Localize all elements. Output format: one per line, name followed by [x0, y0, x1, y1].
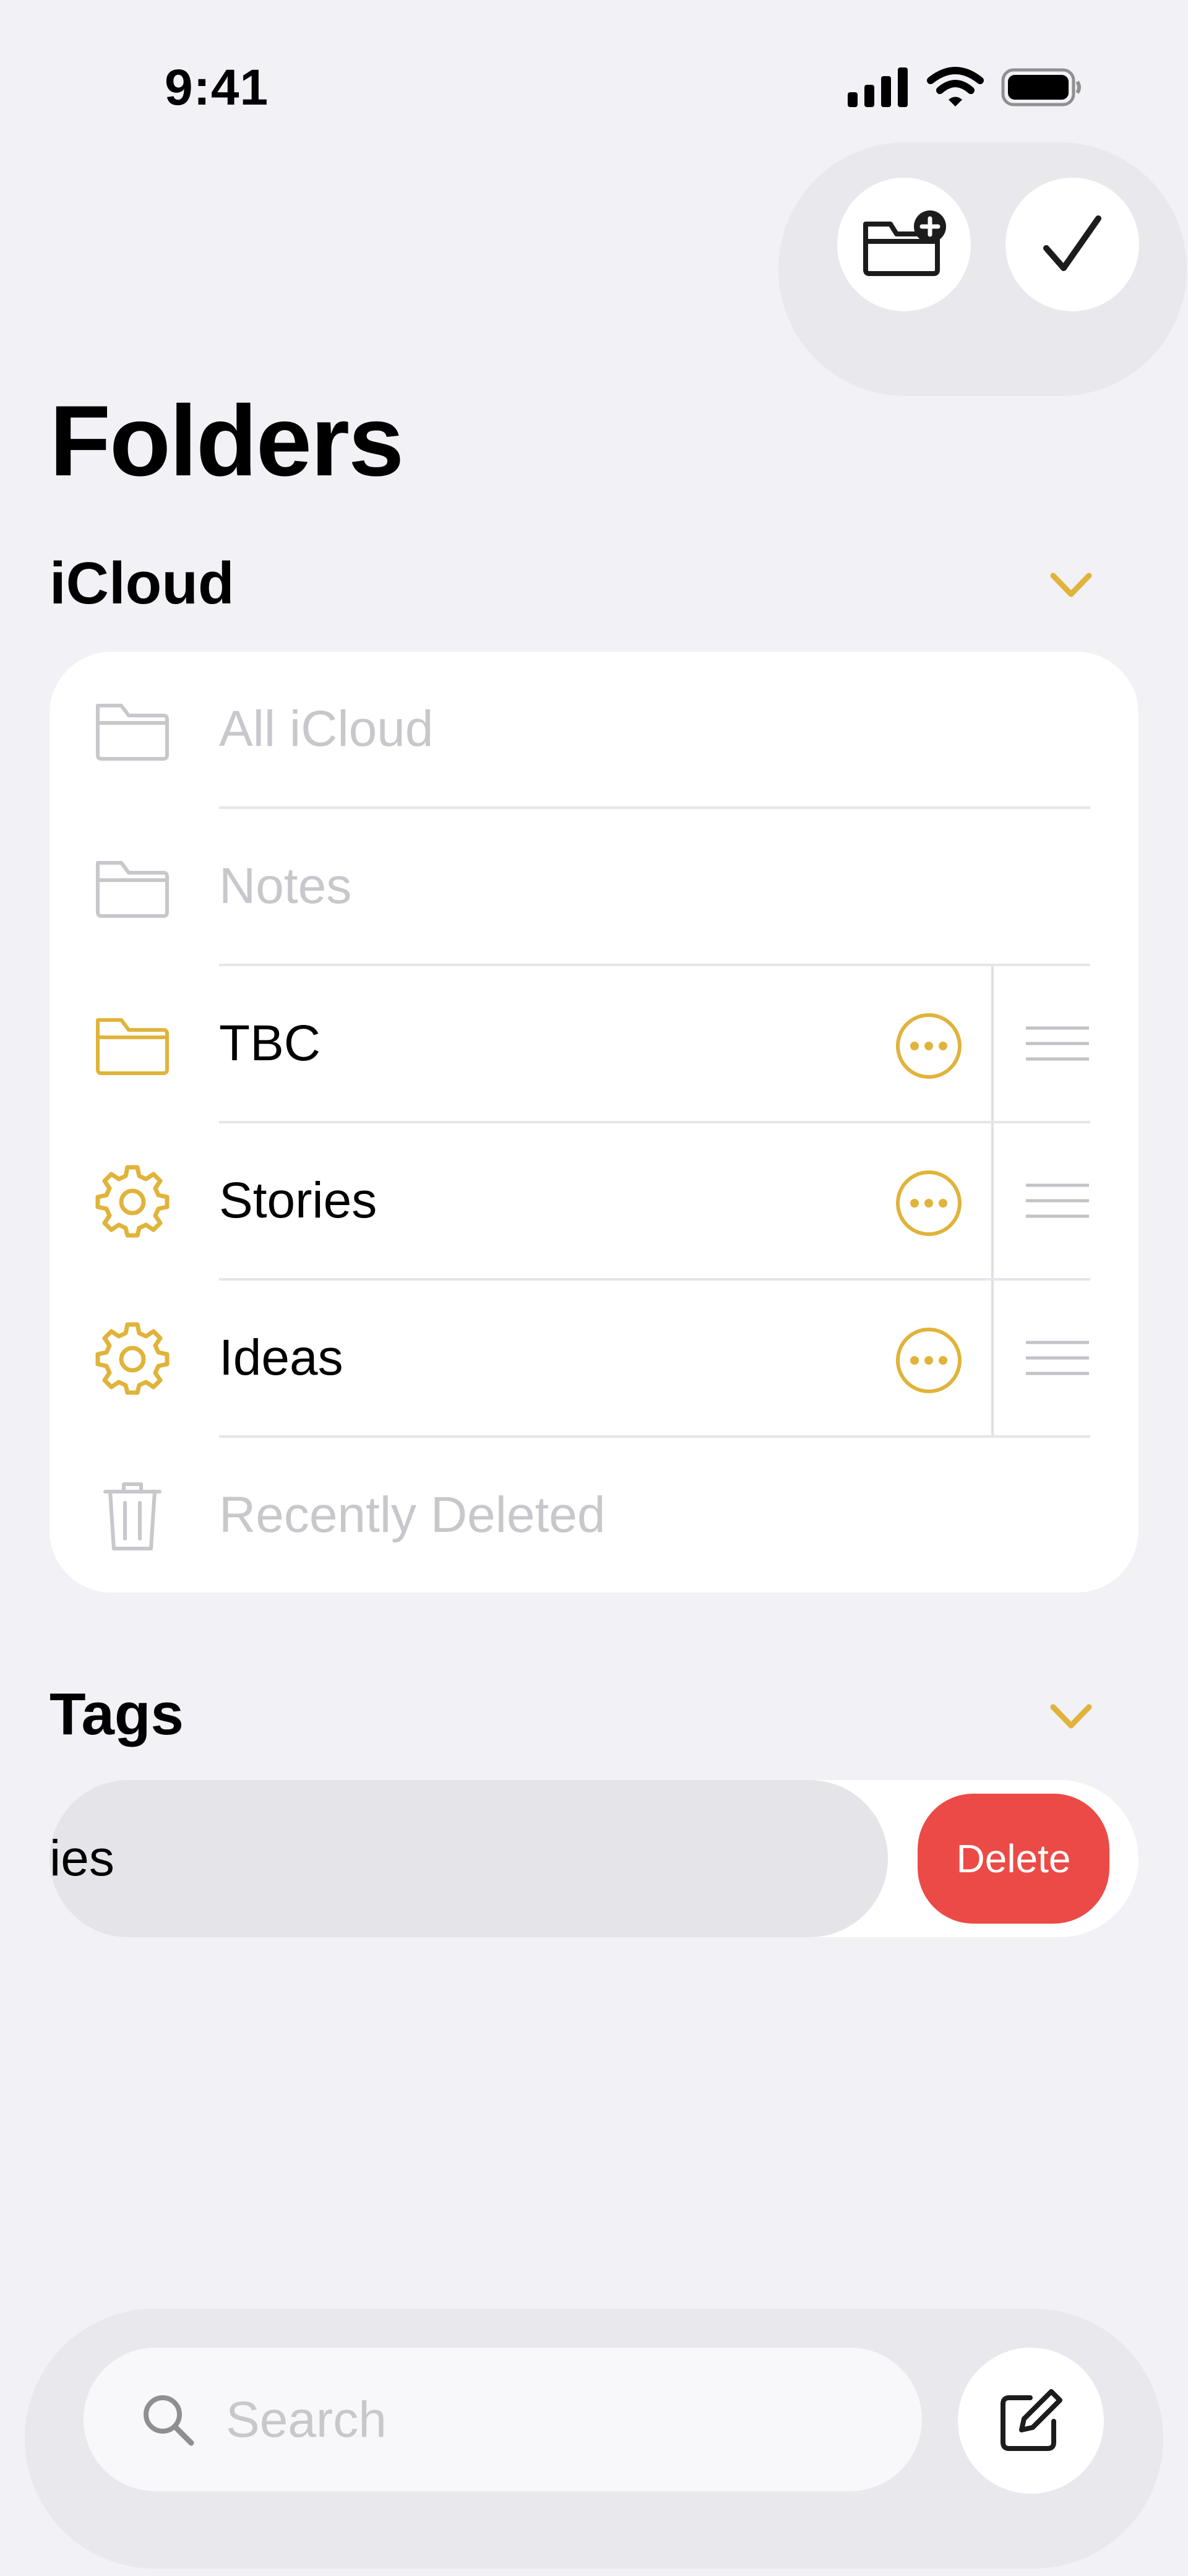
search-placeholder: Search	[226, 2392, 387, 2448]
compose-icon	[1001, 2389, 1062, 2451]
new-folder-icon	[863, 210, 946, 276]
folder-label: Recently Deleted	[219, 1487, 606, 1543]
folder-icon	[94, 852, 171, 923]
checkmark-icon	[1043, 215, 1101, 271]
divider	[991, 1281, 994, 1438]
folder-icon	[94, 1009, 171, 1080]
more-options-icon[interactable]	[895, 1169, 963, 1237]
page-title: Folders	[50, 385, 404, 497]
folder-label: Notes	[219, 858, 352, 914]
folder-row-recently-deleted: Recently Deleted	[50, 1438, 1138, 1593]
compose-note-button[interactable]	[958, 2348, 1104, 2494]
folder-row-all-icloud: All iCloud	[50, 652, 1138, 809]
new-folder-button[interactable]	[837, 178, 971, 311]
icloud-folder-list: All iCloud Notes TBC Stories Ideas Recen…	[50, 652, 1138, 1593]
folder-label: TBC	[219, 1015, 321, 1071]
divider	[991, 1123, 994, 1281]
folder-row-tbc[interactable]: TBC	[50, 966, 1138, 1123]
wifi-icon	[927, 67, 984, 106]
battery-icon	[1001, 68, 1081, 106]
search-input[interactable]: Search	[84, 2348, 922, 2491]
done-button[interactable]	[1005, 178, 1139, 311]
reorder-handle-icon[interactable]	[1023, 1179, 1091, 1222]
folder-row-stories[interactable]: Stories	[50, 1123, 1138, 1281]
tag-row[interactable]: ies Delete	[50, 1780, 1138, 1937]
reorder-handle-icon[interactable]	[1023, 1022, 1091, 1065]
tags-collapse-chevron-icon[interactable]	[1049, 1702, 1093, 1731]
delete-button[interactable]: Delete	[918, 1794, 1109, 1924]
search-icon	[144, 2395, 194, 2446]
cellular-signal-icon	[848, 67, 908, 107]
tags-section-title: Tags	[50, 1681, 184, 1747]
tag-label: ies	[50, 1830, 114, 1887]
more-options-icon[interactable]	[895, 1012, 963, 1080]
tag-item-swiped[interactable]: ies	[50, 1780, 888, 1937]
divider	[991, 966, 994, 1123]
folder-label: Ideas	[219, 1329, 343, 1386]
status-icons	[848, 67, 1082, 108]
folder-row-ideas[interactable]: Ideas	[50, 1281, 1138, 1438]
status-time: 9:41	[165, 59, 269, 116]
gear-icon	[94, 1322, 171, 1395]
folder-label: Stories	[219, 1172, 377, 1229]
folder-label: All iCloud	[219, 701, 434, 757]
reorder-handle-icon[interactable]	[1023, 1336, 1091, 1380]
icloud-collapse-chevron-icon[interactable]	[1049, 571, 1093, 599]
more-options-icon[interactable]	[895, 1326, 963, 1394]
folder-icon	[94, 695, 171, 766]
folder-row-notes: Notes	[50, 809, 1138, 966]
icloud-section-title: iCloud	[50, 550, 235, 616]
gear-icon	[94, 1165, 171, 1238]
trash-icon	[94, 1481, 171, 1552]
